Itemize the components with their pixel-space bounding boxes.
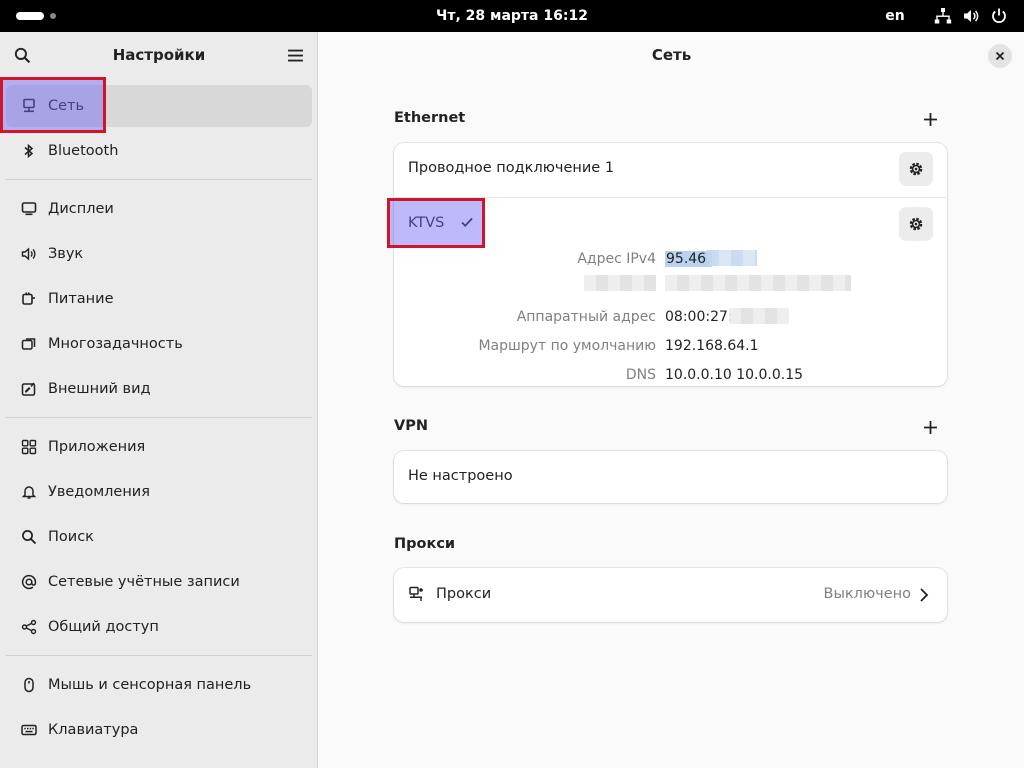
dns-label: DNS <box>625 367 656 383</box>
close-icon <box>995 51 1005 61</box>
proxy-icon <box>408 586 424 602</box>
online-accounts-icon <box>20 573 38 591</box>
keyboard-icon <box>20 721 38 739</box>
main-panel: Сеть Ethernet Проводное подключение 1 KT… <box>319 32 1024 768</box>
workspace-dot <box>50 13 56 19</box>
display-icon <box>20 200 38 218</box>
multitasking-icon <box>20 335 38 353</box>
sidebar-item-label: Внешний вид <box>48 381 151 397</box>
sidebar-item-apps[interactable]: Приложения <box>6 426 312 468</box>
language-indicator[interactable]: en <box>880 0 910 32</box>
dns-value[interactable]: 10.0.0.10 10.0.0.15 <box>665 367 803 383</box>
clock: Чт, 28 марта 16:12 <box>0 0 1024 32</box>
sidebar-header: Настройки <box>0 32 317 78</box>
share-icon <box>20 618 38 636</box>
gear-icon <box>909 162 923 176</box>
sidebar: Настройки Сеть Bluetooth Дисплеи Звук Пи… <box>0 32 318 768</box>
ktvs-connection-label: KTVS <box>408 215 445 231</box>
bell-icon <box>20 483 38 501</box>
sidebar-separator <box>6 179 312 180</box>
redacted-ipv4 <box>707 250 757 266</box>
search-icon <box>20 528 38 546</box>
redacted-hardware-address <box>729 308 789 324</box>
proxy-row[interactable]: Прокси Выключено <box>394 568 947 622</box>
plus-icon <box>923 112 937 126</box>
power-plug-icon <box>20 290 38 308</box>
sidebar-item-network[interactable]: Сеть <box>6 85 312 127</box>
sidebar-item-search[interactable]: Поиск <box>6 516 312 558</box>
sidebar-item-label: Мышь и сенсорная панель <box>48 677 252 693</box>
sidebar-item-label: Уведомления <box>48 484 150 500</box>
page-title: Сеть <box>651 46 692 64</box>
ktvs-connection-row[interactable]: KTVS <box>408 215 474 231</box>
sidebar-item-label: Поиск <box>48 529 94 545</box>
add-vpn-button[interactable] <box>919 416 941 438</box>
sidebar-item-sound[interactable]: Звук <box>6 233 312 275</box>
plus-icon <box>923 420 937 434</box>
volume-icon[interactable] <box>962 7 980 25</box>
close-button[interactable] <box>988 44 1012 68</box>
proxy-label: Прокси <box>436 586 492 602</box>
sidebar-item-label: Приложения <box>48 439 146 455</box>
add-ethernet-button[interactable] <box>919 108 941 130</box>
proxy-status: Выключено <box>823 586 911 602</box>
appearance-icon <box>20 380 38 398</box>
vpn-card: Не настроено <box>394 451 947 503</box>
sidebar-item-label: Питание <box>48 291 114 307</box>
mouse-icon <box>20 676 38 694</box>
wired-connection-1-label[interactable]: Проводное подключение 1 <box>408 160 614 176</box>
ethernet-section-title: Ethernet <box>394 110 466 126</box>
default-route-label: Маршрут по умолчанию <box>478 338 656 354</box>
top-bar: Чт, 28 марта 16:12 en <box>0 0 1024 32</box>
sidebar-separator <box>6 417 312 418</box>
hamburger-menu-icon[interactable] <box>283 43 307 67</box>
sidebar-item-multitasking[interactable]: Многозадачность <box>6 323 312 365</box>
sidebar-item-notifications[interactable]: Уведомления <box>6 471 312 513</box>
vpn-section-title: VPN <box>394 418 428 434</box>
clock-label[interactable]: Чт, 28 марта 16:12 <box>436 8 588 24</box>
proxy-section-title: Прокси <box>394 536 456 552</box>
chevron-right-icon <box>919 587 929 603</box>
sidebar-item-displays[interactable]: Дисплеи <box>6 188 312 230</box>
vpn-status: Не настроено <box>408 468 513 484</box>
checkmark-icon <box>460 215 474 229</box>
sidebar-item-label: Клавиатура <box>48 722 139 738</box>
network-wired-icon[interactable] <box>934 7 952 25</box>
sidebar-item-bluetooth[interactable]: Bluetooth <box>6 130 312 172</box>
sidebar-item-label: Дисплеи <box>48 201 114 217</box>
sidebar-item-power[interactable]: Питание <box>6 278 312 320</box>
search-icon[interactable] <box>10 43 34 67</box>
connection-1-settings-button[interactable] <box>899 152 933 186</box>
activities-indicator[interactable] <box>16 12 44 20</box>
apps-grid-icon <box>20 438 38 456</box>
row-separator <box>394 197 947 198</box>
hardware-address-value[interactable]: 08:00:27: <box>665 309 733 325</box>
gear-icon <box>909 217 923 231</box>
sidebar-title: Настройки <box>112 46 206 64</box>
sidebar-item-sharing[interactable]: Общий доступ <box>6 606 312 648</box>
sidebar-item-label: Звук <box>48 246 84 262</box>
sidebar-item-label: Общий доступ <box>48 619 159 635</box>
sidebar-item-label: Многозадачность <box>48 336 183 352</box>
sidebar-separator <box>6 655 312 656</box>
sound-icon <box>20 245 38 263</box>
sidebar-item-appearance[interactable]: Внешний вид <box>6 368 312 410</box>
ethernet-card: Проводное подключение 1 KTVS Адрес IPv4 … <box>394 143 947 386</box>
default-route-value[interactable]: 192.168.64.1 <box>665 338 759 354</box>
sidebar-item-label: Bluetooth <box>48 143 119 159</box>
sidebar-item-label: Сетевые учётные записи <box>48 574 240 590</box>
redacted-ipv6-value <box>665 275 851 291</box>
ktvs-settings-button[interactable] <box>899 207 933 241</box>
sidebar-item-online-accounts[interactable]: Сетевые учётные записи <box>6 561 312 603</box>
hardware-address-label: Аппаратный адрес <box>516 309 656 325</box>
sidebar-item-mouse[interactable]: Мышь и сенсорная панель <box>6 664 312 706</box>
ipv4-label: Адрес IPv4 <box>577 251 656 267</box>
sidebar-item-keyboard[interactable]: Клавиатура <box>6 709 312 751</box>
network-icon <box>20 97 38 115</box>
bluetooth-icon <box>20 142 38 160</box>
power-icon[interactable] <box>990 7 1008 25</box>
sidebar-item-label: Сеть <box>48 98 85 114</box>
ipv4-value[interactable]: 95.46. <box>665 251 712 267</box>
redacted-ipv6-label <box>584 275 656 291</box>
